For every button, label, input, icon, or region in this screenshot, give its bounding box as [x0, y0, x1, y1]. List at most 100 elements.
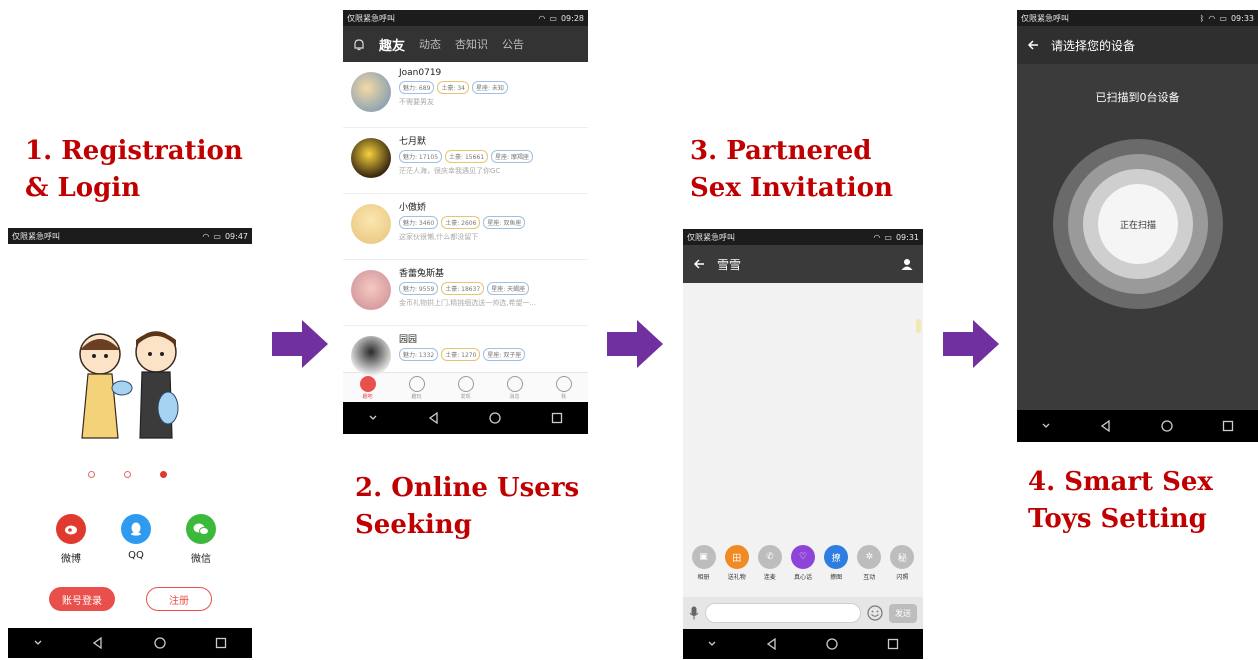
top-tab-bar: 趣友 动态 杏知识 公告 [343, 26, 588, 62]
user-signature: 金币礼物拱上门,精挑细选送一帅选,希望一... [399, 299, 537, 307]
battery-icon: ▭ [884, 232, 892, 242]
step3-title-line2: Sex Invitation [690, 173, 893, 203]
home-nav-icon[interactable] [154, 637, 166, 649]
message-input-bar: 发送 [683, 597, 923, 629]
back-arrow-icon[interactable] [693, 258, 705, 270]
chat-message-area[interactable] [683, 283, 923, 545]
user-name: Joan0719 [399, 68, 442, 78]
weibo-label: 微博 [61, 554, 81, 565]
message-input[interactable] [705, 603, 861, 623]
chevron-down-icon[interactable] [368, 413, 378, 423]
chevron-down-icon[interactable] [707, 639, 717, 649]
tab-moments[interactable]: 动态 [419, 36, 441, 52]
voice-call-action[interactable]: ✆ 连麦 [757, 545, 782, 597]
album-action[interactable]: ▣ 相册 [691, 545, 716, 597]
account-login-button[interactable]: 账号登录 [49, 587, 115, 611]
tab-knowledge[interactable]: 杏知识 [455, 36, 488, 52]
tab-friends[interactable]: 趣友 [379, 35, 405, 54]
back-nav-icon[interactable] [92, 637, 104, 649]
couple-with-violins-illustration [79, 331, 179, 439]
bottom-nav-messages[interactable]: 消息 [506, 375, 523, 400]
qq-icon[interactable] [121, 514, 151, 544]
recents-nav-icon[interactable] [215, 637, 227, 649]
clock-text: 09:47 [224, 231, 248, 241]
charm-badge: 魅力: 1332 [399, 348, 439, 361]
action-label: 互动 [863, 574, 876, 581]
bottom-nav-play[interactable]: 趣玩 [408, 375, 425, 400]
home-nav-icon[interactable] [489, 412, 502, 424]
bluetooth-icon: ᛒ [1199, 13, 1205, 23]
battery-icon: ▭ [549, 13, 557, 23]
message-bubble-edge [916, 319, 921, 333]
bottom-nav-home[interactable]: 趣吧 [359, 375, 376, 400]
user-name: 七月默 [399, 137, 427, 147]
interact-action[interactable]: ✲ 互动 [857, 545, 882, 597]
search-icon [457, 375, 474, 392]
scan-button[interactable]: 正在扫描 [1098, 184, 1178, 264]
chat-bubble-icon [506, 375, 523, 392]
zodiac-badge: 星座: 天蝎座 [487, 282, 530, 295]
avatar [351, 138, 391, 178]
tab-notice[interactable]: 公告 [502, 36, 524, 52]
back-nav-icon[interactable] [428, 412, 440, 424]
bottom-nav-label: 趣吧 [362, 393, 373, 400]
weibo-login[interactable]: 微博 [56, 514, 86, 565]
back-nav-icon[interactable] [1100, 420, 1112, 432]
microphone-icon[interactable] [689, 606, 699, 620]
status-bar: 仅限紧急呼叫 ᛒ ◠ ▭ 09:33 [1017, 10, 1258, 26]
arrow-right-icon [272, 320, 328, 368]
wifi-icon: ◠ [202, 231, 210, 241]
pager-dot[interactable] [88, 471, 95, 478]
bottom-nav-discover[interactable]: 发现 [457, 375, 474, 400]
tease-action[interactable]: 撩撩图 [824, 545, 849, 597]
recents-nav-icon[interactable] [551, 412, 563, 424]
gift-icon: 田 [724, 545, 749, 569]
list-item[interactable]: 香蕾兔斯基 魅力: 9559 土豪: 18637 星座: 天蝎座 金币礼物拱上门… [343, 260, 588, 326]
charm-badge: 魅力: 17105 [399, 150, 443, 163]
home-nav-icon[interactable] [1161, 420, 1173, 432]
flash-photo-icon: 秘 [890, 545, 915, 569]
pager-dot[interactable] [124, 471, 131, 478]
flash-photo-action[interactable]: 秘闪照 [890, 545, 915, 597]
pager-dot-active[interactable] [160, 471, 167, 478]
send-gift-action[interactable]: 田送礼物 [724, 545, 749, 597]
truth-action[interactable]: ♡ 真心话 [790, 545, 815, 597]
bottom-nav-label: 趣玩 [411, 393, 422, 400]
wechat-login[interactable]: 微信 [186, 514, 216, 565]
android-nav-bar [343, 402, 588, 434]
back-nav-icon[interactable] [766, 638, 778, 650]
emoji-icon[interactable] [867, 605, 883, 621]
wechat-icon[interactable] [186, 514, 216, 544]
weibo-icon[interactable] [56, 514, 86, 544]
bottom-nav-me[interactable]: 我 [555, 375, 572, 400]
home-nav-icon[interactable] [826, 638, 838, 650]
bell-icon[interactable] [353, 38, 365, 51]
profile-icon[interactable] [901, 258, 913, 270]
list-item[interactable]: 小傲娇 魅力: 3460 土豪: 2606 星座: 双鱼座 这家伙很懒,什么都没… [343, 194, 588, 260]
device-header: 请选择您的设备 [1017, 26, 1258, 64]
step3-title-line1: 3. Partnered [690, 136, 872, 166]
status-bar: 仅限紧急呼叫 ◠ ▭ 09:28 [343, 10, 588, 26]
interaction-actions-row: ▣ 相册 田送礼物 ✆ 连麦 ♡ 真心话 撩撩图 ✲ 互动 秘闪照 [683, 545, 923, 597]
battery-icon: ▭ [213, 231, 221, 241]
send-button[interactable]: 发送 [889, 603, 917, 623]
step2-title: 2. Online Users Seeking [355, 470, 579, 544]
qq-login[interactable]: QQ [121, 514, 151, 565]
clock-text: 09:31 [895, 232, 919, 242]
user-signature: 茫茫人海，很庆幸我遇见了你GC [399, 167, 501, 175]
recents-nav-icon[interactable] [887, 638, 899, 650]
interact-icon: ✲ [857, 545, 882, 569]
battery-icon: ▭ [1219, 13, 1227, 23]
list-item[interactable]: 园园 魅力: 1332 土豪: 1270 星座: 双子座 [343, 326, 588, 376]
chevron-down-icon[interactable] [33, 638, 43, 648]
recents-nav-icon[interactable] [1222, 420, 1234, 432]
list-item[interactable]: 七月默 魅力: 17105 土豪: 15661 星座: 摩羯座 茫茫人海，很庆幸… [343, 128, 588, 194]
chevron-down-icon[interactable] [1041, 421, 1051, 431]
home-icon [359, 375, 376, 392]
register-button[interactable]: 注册 [146, 587, 212, 611]
android-nav-bar [8, 628, 252, 658]
back-arrow-icon[interactable] [1027, 39, 1039, 51]
wifi-icon: ◠ [873, 232, 881, 242]
list-item[interactable]: Joan0719 魅力: 689 土豪: 34 星座: 未知 不需要男友 [343, 62, 588, 128]
pager-dots [88, 471, 167, 478]
